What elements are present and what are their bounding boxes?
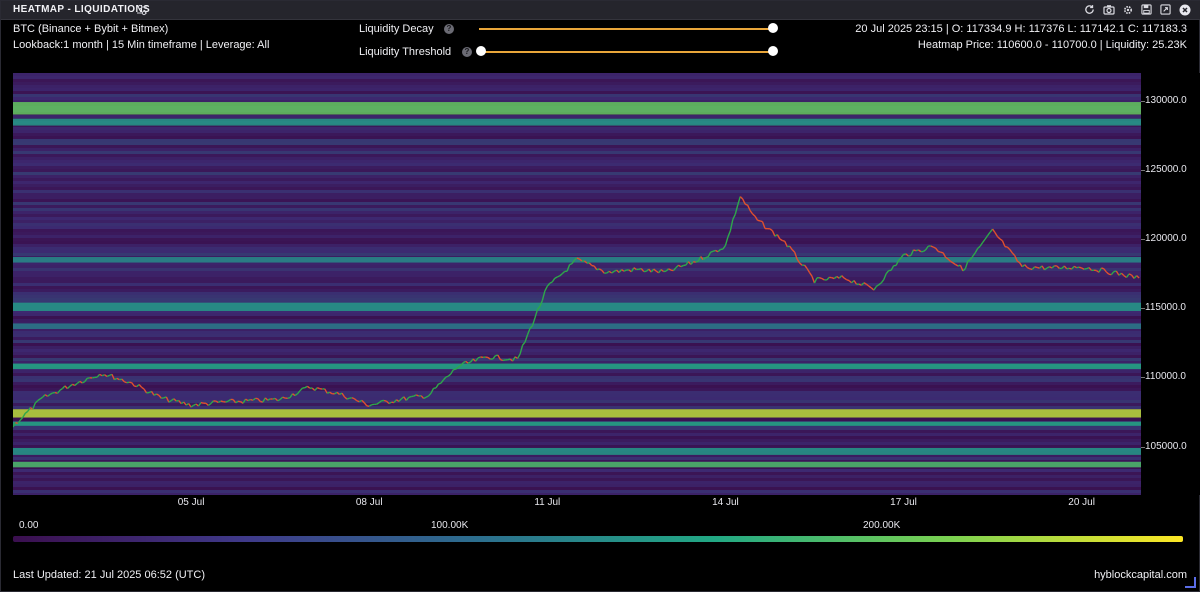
liquidity-decay-knob[interactable] [768, 23, 778, 33]
liquidity-band-5 [13, 363, 1141, 370]
liquidity-band-1 [13, 118, 1141, 126]
liquidity-decay-label: Liquidity Decay [359, 23, 434, 35]
heatmap-texture [13, 73, 1141, 495]
ohlc-readout: 20 Jul 2025 23:15 | O: 117334.9 H: 11737… [855, 23, 1187, 35]
liquidity-threshold-slider[interactable] [481, 51, 773, 53]
scale-label-max: 200.00K [863, 520, 901, 531]
liquidity-band-4 [13, 323, 1141, 329]
close-icon[interactable] [1178, 3, 1191, 16]
site-watermark: hyblockcapital.com [1094, 569, 1187, 581]
x-tick-label: 14 Jul [712, 497, 739, 508]
lookback-label: Lookback:1 month | 15 Min timeframe | Le… [13, 39, 270, 51]
resize-handle[interactable] [1185, 577, 1196, 588]
threshold-high-knob[interactable] [768, 46, 778, 56]
liquidity-band-9 [13, 461, 1141, 468]
y-tick-label: 110000.0 [1145, 371, 1186, 383]
heatmap-window: HEATMAP - LIQUIDATIONS BTC (Binance + By… [0, 0, 1200, 592]
window-toolbar [1083, 3, 1191, 16]
scale-label-mid: 100.00K [431, 520, 469, 531]
time-axis: 05 Jul 08 Jul 11 Jul 14 Jul 17 Jul 20 Jul [13, 495, 1141, 511]
x-tick-label: 08 Jul [355, 497, 383, 508]
last-updated-label: Last Updated: 21 Jul 2025 06:52 (UTC) [13, 569, 206, 581]
liquidity-band-0 [13, 102, 1141, 115]
tune-icon[interactable] [136, 4, 148, 16]
x-tick-label: 17 Jul [890, 497, 917, 508]
x-tick-label: 20 Jul [1068, 497, 1095, 508]
save-icon[interactable] [1140, 3, 1153, 16]
liquidity-threshold-label: Liquidity Threshold [359, 46, 452, 58]
y-tick-label: 130000.0 [1145, 94, 1187, 106]
settings-icon[interactable] [1121, 3, 1134, 16]
expand-icon[interactable] [1159, 3, 1172, 16]
y-tick-label: 120000.0 [1145, 233, 1187, 245]
camera-icon[interactable] [1102, 3, 1115, 16]
y-tick-label: 115000.0 [1145, 302, 1186, 314]
x-tick-label: 05 Jul [177, 497, 205, 508]
scale-label-min: 0.00 [19, 520, 39, 531]
x-tick-label: 11 Jul [534, 497, 561, 508]
threshold-low-knob[interactable] [476, 46, 486, 56]
color-scale-bar [13, 536, 1183, 542]
liquidity-band-7 [13, 421, 1141, 426]
y-tick-label: 125000.0 [1145, 163, 1187, 175]
liquidity-decay-slider[interactable] [479, 28, 773, 30]
window-title: HEATMAP - LIQUIDATIONS [13, 4, 151, 15]
title-bar: HEATMAP - LIQUIDATIONS [1, 1, 1200, 20]
color-scale-labels: 0.00 100.00K 200.00K [13, 520, 1183, 534]
decay-help-icon[interactable]: ? [444, 24, 454, 34]
refresh-icon[interactable] [1083, 3, 1096, 16]
y-tick-label: 105000.0 [1145, 440, 1187, 452]
liquidity-band-6 [13, 409, 1141, 418]
symbol-label: BTC (Binance + Bybit + Bitmex) [13, 23, 169, 35]
liquidity-band-3 [13, 302, 1141, 311]
threshold-help-icon[interactable]: ? [462, 47, 472, 57]
heatmap-info-readout: Heatmap Price: 110600.0 - 110700.0 | Liq… [917, 39, 1187, 51]
price-axis: 130000.0 125000.0 120000.0 115000.0 110000.0… [1141, 73, 1200, 495]
liquidation-heatmap-chart[interactable] [13, 73, 1141, 495]
liquidity-band-8 [13, 447, 1141, 455]
